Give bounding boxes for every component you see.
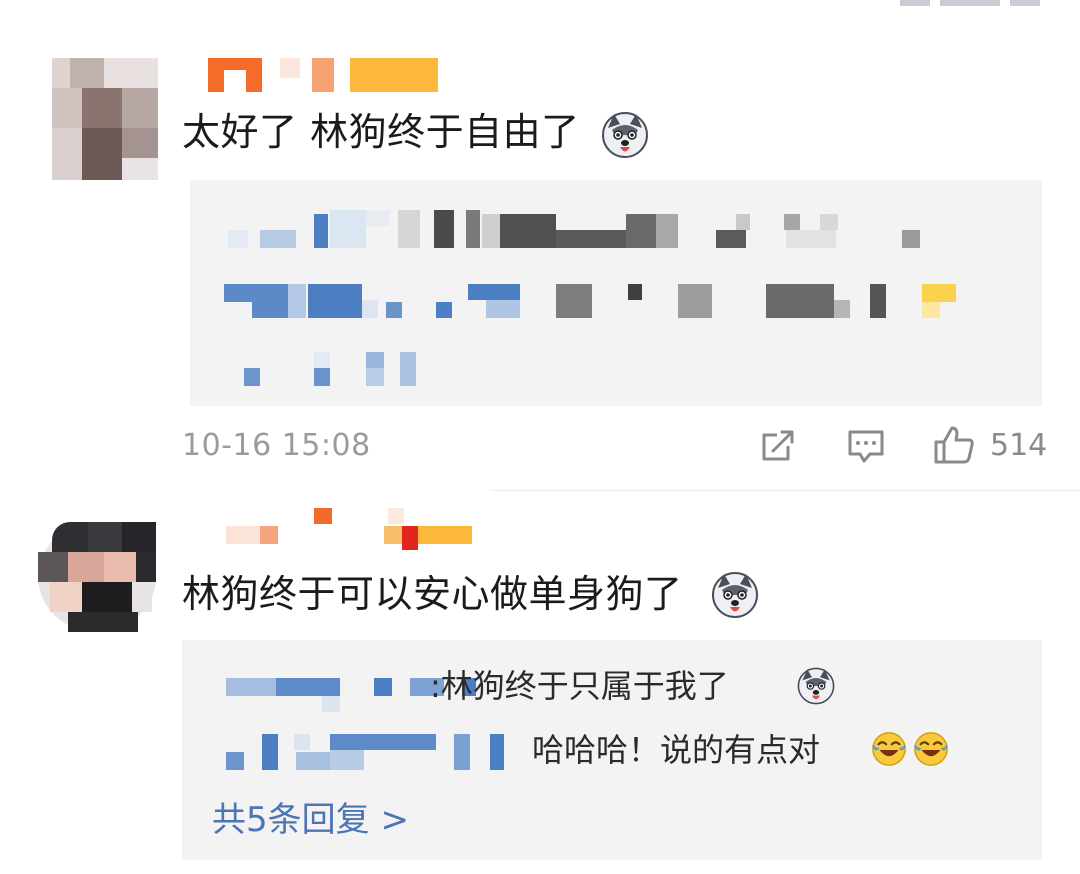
share-icon[interactable] bbox=[758, 426, 798, 466]
like-count[interactable]: 514 bbox=[990, 428, 1047, 463]
husky-emoji bbox=[797, 667, 835, 705]
reply-username[interactable] bbox=[226, 678, 476, 716]
comment-text: 太好了 林狗终于自由了 bbox=[182, 110, 580, 154]
repost-panel[interactable] bbox=[190, 180, 1042, 406]
comment-text: 林狗终于可以安心做单身狗了 bbox=[182, 572, 683, 616]
avatar[interactable] bbox=[38, 522, 156, 632]
timestamp: 10-16 15:08 bbox=[182, 428, 371, 463]
laugh-cry-emoji bbox=[914, 732, 948, 766]
reply-text: :林狗终于只属于我了 bbox=[430, 667, 729, 705]
laugh-cry-emoji bbox=[872, 732, 906, 766]
reply-text: 哈哈哈！说的有点对 bbox=[532, 731, 821, 769]
top-cropped-text bbox=[900, 0, 1050, 8]
replies-panel: :林狗终于只属于我了 哈哈哈！说的有点对 共5条回复 > bbox=[182, 640, 1042, 860]
thumbs-up-icon[interactable] bbox=[932, 424, 976, 466]
username[interactable] bbox=[226, 508, 472, 550]
husky-emoji bbox=[602, 112, 648, 158]
username[interactable] bbox=[208, 58, 438, 92]
repost-content-blurred bbox=[190, 180, 1042, 406]
husky-emoji bbox=[712, 572, 758, 618]
view-more-replies-link[interactable]: 共5条回复 > bbox=[212, 792, 409, 841]
divider bbox=[490, 490, 1080, 491]
reply-username[interactable] bbox=[226, 734, 506, 772]
avatar[interactable] bbox=[52, 58, 158, 180]
comment-icon[interactable] bbox=[846, 428, 886, 466]
